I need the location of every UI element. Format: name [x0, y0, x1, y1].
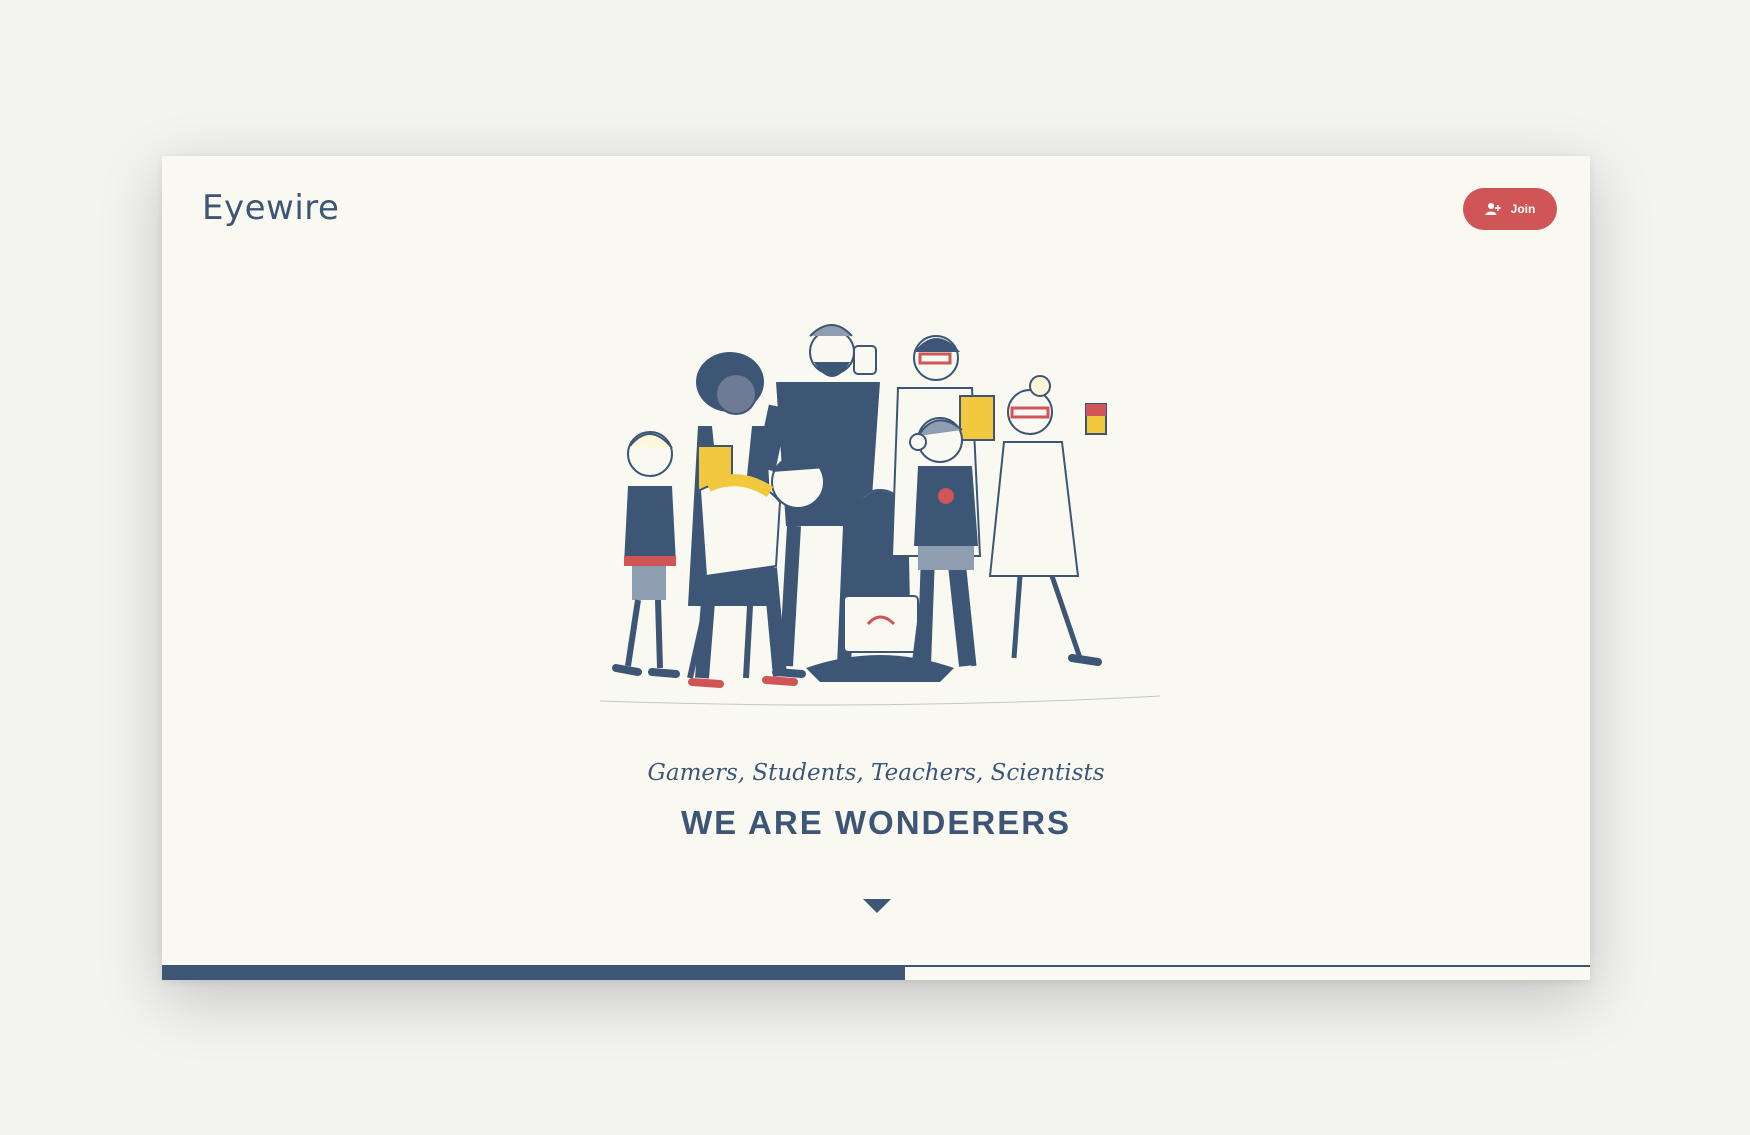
progress-fill	[162, 965, 905, 980]
chevron-down-icon[interactable]	[863, 899, 891, 913]
child-figure	[612, 431, 680, 678]
join-button[interactable]: Join	[1463, 188, 1557, 230]
app-window: Eyewire Join Gamers, Students, Teachers,…	[162, 156, 1590, 980]
group-of-people-illustration	[599, 324, 1161, 706]
hero-tagline: Gamers, Students, Teachers, Scientists	[647, 760, 1105, 786]
progress-bar	[162, 965, 1590, 980]
lab-woman-figure	[988, 375, 1107, 666]
eyewire-logo[interactable]: Eyewire	[202, 188, 339, 228]
bending-boy-figure	[688, 453, 826, 688]
add-user-icon	[1485, 202, 1501, 216]
join-button-label: Join	[1510, 202, 1536, 216]
hero-headline: WE ARE WONDERERS	[680, 804, 1072, 841]
